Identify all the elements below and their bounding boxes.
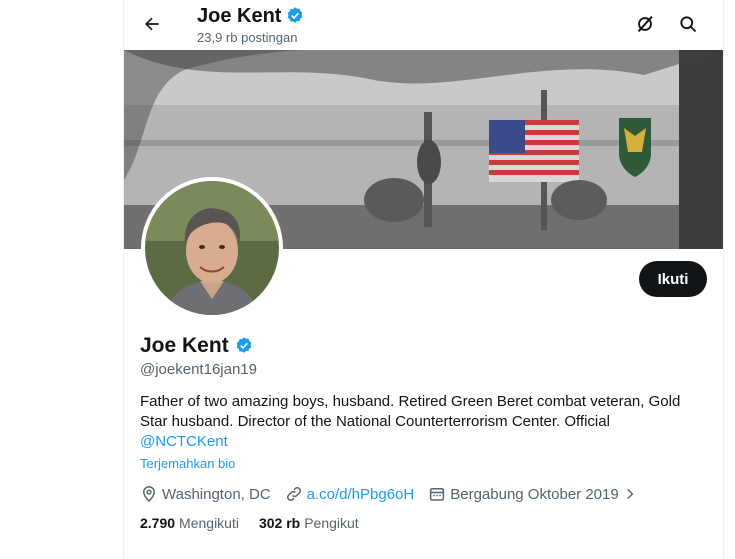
profile-bio: Father of two amazing boys, husband. Ret… [140,392,710,452]
following-label: Mengikuti [179,515,239,531]
location-item: Washington, DC [140,485,271,503]
profile-handle: @joekent16jan19 [140,361,257,378]
grok-button[interactable] [627,6,663,42]
back-arrow-icon [145,17,159,31]
calendar-icon [430,488,445,501]
location-icon [142,486,156,503]
followers-label: Pengikut [304,515,359,531]
translate-bio-link[interactable]: Terjemahkan bio [140,456,235,471]
profile-name-text: Joe Kent [140,334,229,357]
joined-item[interactable]: Bergabung Oktober 2019 [428,485,636,503]
top-header: Joe Kent 23,9 rb postingan [124,0,723,50]
header-name: Joe Kent [197,5,282,27]
verified-badge-icon [288,7,303,23]
link-icon [286,486,301,502]
avatar[interactable] [141,177,283,319]
bio-text: Father of two amazing boys, husband. Ret… [140,393,681,430]
follow-stats: 2.790 Mengikuti 302 rb Pengikut [140,515,359,531]
search-icon [680,16,697,33]
avatar-photo [145,181,279,315]
profile-meta: Washington, DC a.co/d/hPbg6oH Bergabung … [140,483,651,505]
follow-button[interactable]: Ikuti [639,261,707,297]
location-text: Washington, DC [162,485,271,503]
following-link[interactable]: 2.790 Mengikuti [140,515,239,531]
chevron-right-icon [626,488,634,500]
back-button[interactable] [134,6,170,42]
followers-link[interactable]: 302 rb Pengikut [259,515,359,531]
joined-text: Bergabung Oktober 2019 [450,485,619,503]
profile-column: Joe Kent 23,9 rb postingan Ikuti Joe Ken… [123,0,724,559]
following-count: 2.790 [140,515,176,531]
verified-badge-icon[interactable] [234,336,254,356]
followers-count: 302 rb [258,515,301,531]
profile-name: Joe Kent [140,333,254,359]
website-link[interactable]: a.co/d/hPbg6oH [307,486,415,503]
website-item[interactable]: a.co/d/hPbg6oH [285,485,415,503]
header-title: Joe Kent [197,4,305,28]
grok-icon [637,15,653,33]
post-count: 23,9 rb postingan [197,30,298,45]
bio-mention-link[interactable]: @NCTCKent [140,433,228,450]
search-button[interactable] [670,6,706,42]
